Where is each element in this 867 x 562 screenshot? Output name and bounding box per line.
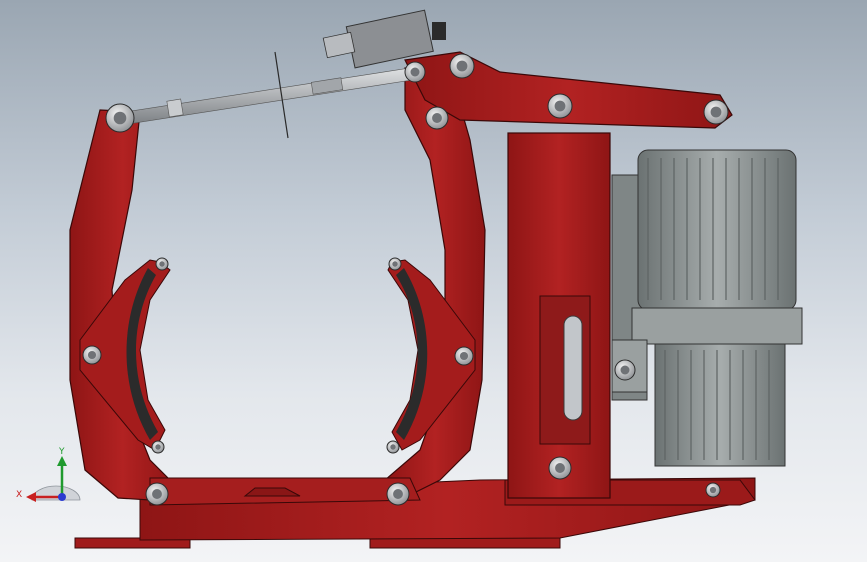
x-axis-head xyxy=(26,492,36,502)
coordinate-triad[interactable]: Y X xyxy=(0,0,867,562)
y-axis-label: Y xyxy=(58,447,65,457)
x-axis-label: X xyxy=(16,490,22,500)
cad-viewport[interactable]: Y X xyxy=(0,0,867,562)
z-axis-dot xyxy=(58,493,66,501)
y-axis-head xyxy=(57,456,67,466)
